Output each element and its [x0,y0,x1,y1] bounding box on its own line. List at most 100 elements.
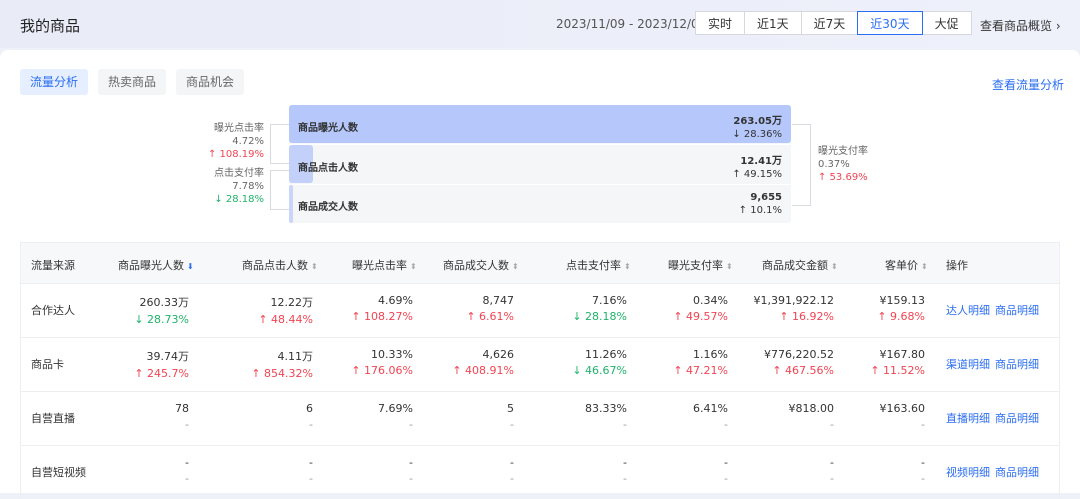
column-header-deal[interactable]: 商品成交人数 ⬍ [443,257,519,273]
cell-value: ¥1,391,922.12 [753,294,834,307]
rate-change: ↓ 28.18% [214,194,264,205]
range-button-1d[interactable]: 近1天 [744,11,802,35]
cell-change: ↑ 16.92% [779,310,834,323]
page-header: 我的商品 2023/11/09 - 2023/12/08 实时 近1天 近7天 … [0,0,1080,48]
cell-value: 0.34% [693,294,728,307]
column-header-click-rate[interactable]: 曝光点击率 ⬍ [352,257,417,273]
funnel-label-click: 商品点击人数 [298,163,358,174]
cell-value: 78 [175,402,189,415]
cell-change: ↑ 108.27% [351,310,413,323]
page-title: 我的商品 [20,17,81,35]
detail-link-primary[interactable]: 直播明细 [946,410,990,426]
cell-change: ↑ 49.57% [673,310,728,323]
table-header: 流量来源 商品曝光人数 ⬇ 商品点击人数 ⬍ 曝光点击率 ⬍ 商品成交人数 ⬍ 点击支付… [21,243,1059,283]
cell-exposure: -- [185,456,189,485]
cell-value: ¥167.80 [879,348,926,361]
range-button-realtime[interactable]: 实时 [695,11,746,35]
range-button-30d[interactable]: 近30天 [857,11,923,35]
column-header-click[interactable]: 商品点击人数 ⬍ [242,257,318,273]
traffic-card: 流量分析 热卖商品 商品机会 查看流量分析 商品曝光人数 商品点击人数 商品成交… [0,50,1080,499]
cell-value: - [185,456,189,469]
tab-hot-products[interactable]: 热卖商品 [98,69,167,95]
detail-link-primary[interactable]: 达人明细 [946,302,990,318]
cell-change: - [510,472,514,485]
cell-change: - [724,472,728,485]
column-header-exposure-pay[interactable]: 曝光支付率 ⬍ [668,257,733,273]
funnel-value: 12.41万 [740,156,782,167]
cell-deal: 4,626 ↑ 408.91% [452,348,514,377]
view-traffic-analysis-link[interactable]: 查看流量分析 [992,76,1064,93]
cell-value: 8,747 [482,294,515,307]
cell-value: ¥163.60 [879,402,926,415]
detail-link-product[interactable]: 商品明细 [995,410,1039,426]
detail-link-product[interactable]: 商品明细 [995,356,1039,372]
sort-icon[interactable]: ⬍ [512,262,519,271]
rate-value: 7.78% [232,181,264,192]
cell-change: ↑ 9.68% [877,310,925,323]
cell-click-pay: 11.26% ↓ 46.67% [572,348,627,377]
cell-value: 11.26% [585,348,627,361]
column-header-click-pay[interactable]: 点击支付率 ⬍ [566,257,631,273]
rate-click-pay: 点击支付率 7.78% ↓ 28.18% [190,167,264,206]
column-header-label: 商品成交人数 [443,259,509,272]
sort-icon[interactable]: ⬍ [831,262,838,271]
cell-change: - [409,418,413,431]
column-header-exposure[interactable]: 商品曝光人数 ⬇ [118,257,194,273]
cell-value: ¥159.13 [879,294,926,307]
detail-link-primary[interactable]: 视频明细 [946,464,990,480]
cell-click: 4.11万 ↑ 854.32% [251,348,313,380]
cell-click: 6- [306,402,313,431]
cell-avg-price: ¥167.80 ↑ 11.52% [870,348,925,377]
column-header-avg-price[interactable]: 客单价 ⬍ [885,257,928,273]
detail-link-product[interactable]: 商品明细 [995,464,1039,480]
range-button-7d[interactable]: 近7天 [800,11,859,35]
cell-click-pay: 7.16% ↓ 28.18% [572,294,627,323]
cell-change: - [309,418,313,431]
column-header-gmv[interactable]: 商品成交金额 ⬍ [762,257,838,273]
column-header-label: 商品点击人数 [242,259,308,272]
column-header-label: 商品曝光人数 [118,259,184,272]
funnel-value: 9,655 [750,192,782,203]
cell-value: - [921,456,925,469]
detail-link-primary[interactable]: 渠道明细 [946,356,990,372]
funnel-value: 263.05万 [733,116,782,127]
cell-change: ↑ 6.61% [466,310,514,323]
cell-exposure-pay: 6.41% - [693,402,728,431]
cell-change: ↑ 11.52% [870,364,925,377]
sort-icon[interactable]: ⬍ [624,262,631,271]
cell-value: - [623,456,627,469]
cell-value: - [510,456,514,469]
rate-change: ↑ 108.19% [207,149,264,160]
column-header-source: 流量来源 [31,259,75,272]
table-row: 自营短视频 - - - - - - - - - - - - - - - - 视频明细 商品明细 [21,445,1059,499]
detail-link-product[interactable]: 商品明细 [995,302,1039,318]
sort-icon[interactable]: ⬍ [311,262,318,271]
cell-value: - [724,456,728,469]
range-selector: 实时 近1天 近7天 近30天 大促 [695,11,972,35]
sort-desc-icon[interactable]: ⬇ [187,262,194,271]
cell-avg-price: ¥159.13 ↑ 9.68% [877,294,925,323]
cell-avg-price: ¥163.60 - [880,402,926,431]
tab-traffic-analysis[interactable]: 流量分析 [20,69,89,95]
rate-label: 曝光点击率 [214,123,264,134]
cell-gmv: -- [830,456,834,485]
cell-value: 4.69% [378,294,413,307]
cell-change: ↓ 28.73% [134,313,189,326]
cell-change: ↑ 47.21% [673,364,728,377]
range-button-promo[interactable]: 大促 [921,11,972,35]
product-overview-link[interactable]: 查看商品概览 › [980,17,1061,34]
column-header-actions: 操作 [946,259,968,272]
funnel-change: ↓ 28.36% [732,129,782,140]
sort-icon[interactable]: ⬍ [410,262,417,271]
rate-value: 0.37% [818,159,850,170]
cell-source: 合作达人 [31,304,75,317]
sort-icon[interactable]: ⬍ [921,262,928,271]
cell-value: 5 [507,402,514,415]
cell-change: - [830,418,834,431]
cell-value: 6.41% [693,402,728,415]
cell-value: 260.33万 [139,296,190,309]
cell-change: - [510,418,514,431]
tab-product-opportunity[interactable]: 商品机会 [176,69,245,95]
sort-icon[interactable]: ⬍ [726,262,733,271]
cell-source: 自营短视频 [31,466,86,479]
